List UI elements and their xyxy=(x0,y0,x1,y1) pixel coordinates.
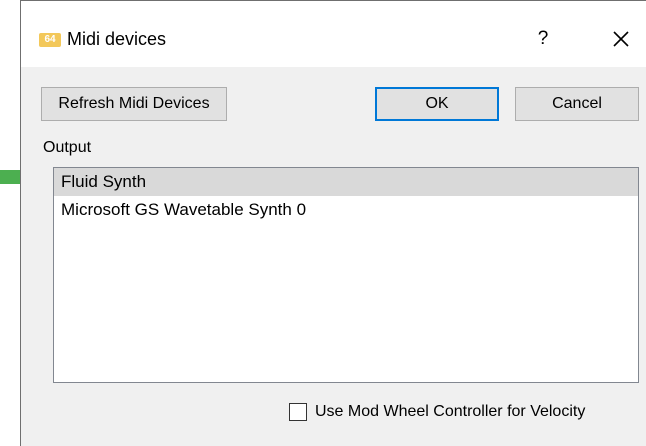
close-icon xyxy=(613,31,629,47)
mod-wheel-option[interactable]: Use Mod Wheel Controller for Velocity xyxy=(289,401,585,423)
list-item[interactable]: Fluid Synth xyxy=(54,168,638,196)
mod-wheel-checkbox[interactable] xyxy=(289,403,307,421)
help-button[interactable]: ? xyxy=(529,26,557,52)
output-device-list[interactable]: Fluid Synth Microsoft GS Wavetable Synth… xyxy=(53,167,639,383)
refresh-midi-devices-button[interactable]: Refresh Midi Devices xyxy=(41,87,227,121)
cancel-button[interactable]: Cancel xyxy=(515,87,639,121)
app-icon: 64 xyxy=(39,33,61,47)
mod-wheel-label: Use Mod Wheel Controller for Velocity xyxy=(315,403,586,420)
window-title: Midi devices xyxy=(67,29,167,49)
midi-devices-dialog: 64 Midi devices ? Refresh Midi Devices O… xyxy=(20,0,646,446)
ok-button[interactable]: OK xyxy=(375,87,499,121)
list-item[interactable]: Microsoft GS Wavetable Synth 0 xyxy=(54,196,638,224)
output-label: Output xyxy=(43,139,92,156)
close-button[interactable] xyxy=(607,25,635,53)
title-bar: 64 Midi devices ? xyxy=(21,1,646,67)
